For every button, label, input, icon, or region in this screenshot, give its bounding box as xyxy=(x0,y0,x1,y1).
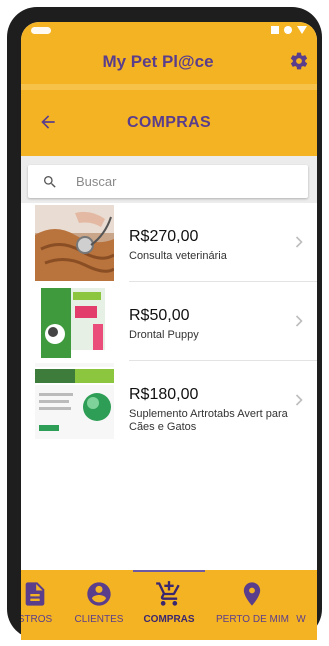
veterinarian-cat-photo xyxy=(35,205,114,281)
nav-active-indicator xyxy=(133,570,205,572)
item-price: R$270,00 xyxy=(129,228,199,245)
nav-item-clientes[interactable]: CLIENTES xyxy=(63,580,135,625)
item-description: Drontal Puppy xyxy=(129,329,199,341)
nav-item-label: W xyxy=(296,614,306,625)
location-pin-icon xyxy=(243,582,261,606)
square-status-icon xyxy=(271,26,279,34)
item-price: R$180,00 xyxy=(129,386,199,403)
item-price: R$50,00 xyxy=(129,307,190,324)
item-description: Suplemento Artrotabs Avert para Cães e G… xyxy=(129,408,288,433)
chevron-right-icon xyxy=(295,236,303,248)
nav-item-label: CLIENTES xyxy=(74,614,124,625)
status-bar xyxy=(21,22,317,40)
person-circle-icon xyxy=(87,582,111,606)
chevron-right-icon xyxy=(295,315,303,327)
nav-item-more[interactable]: W xyxy=(281,580,317,625)
nav-item-perto-de-mim[interactable]: PERTO DE MIM xyxy=(216,580,289,625)
document-icon xyxy=(25,582,45,606)
app-screen: My Pet Pl@ce COMPRAS Buscar R$270,00 Con… xyxy=(21,22,317,640)
nav-item-label: PERTO DE MIM xyxy=(216,614,289,625)
drontal-puppy-box xyxy=(35,284,114,360)
search-bar[interactable] xyxy=(28,165,308,198)
gear-icon[interactable] xyxy=(289,51,309,71)
app-bar: My Pet Pl@ce xyxy=(21,40,317,84)
nav-item-compras[interactable]: COMPRAS xyxy=(133,580,205,625)
purchase-list: R$270,00 Consulta veterinária R$50,00 Dr… xyxy=(21,203,317,571)
chevron-right-icon xyxy=(295,394,303,406)
cart-icon xyxy=(156,581,180,606)
nav-item-icon-placeholder xyxy=(287,580,315,608)
list-item[interactable]: R$50,00 Drontal Puppy xyxy=(21,282,317,361)
dot-status-icon xyxy=(284,26,292,34)
item-description: Consulta veterinária xyxy=(129,250,227,262)
page-header: COMPRAS xyxy=(21,90,317,156)
page-title: COMPRAS xyxy=(127,114,211,131)
search-input[interactable] xyxy=(76,165,296,198)
list-item[interactable]: R$180,00 Suplemento Artrotabs Avert para… xyxy=(21,361,317,440)
list-item[interactable]: R$270,00 Consulta veterinária xyxy=(21,203,317,282)
app-title: My Pet Pl@ce xyxy=(102,52,214,71)
bottom-navigation: STROS CLIENTES COMPRAS PERTO DE MIM W xyxy=(21,570,317,640)
nav-item-label: COMPRAS xyxy=(143,614,195,625)
artrotabs-vet-box xyxy=(35,363,114,439)
status-pill-icon xyxy=(31,27,51,34)
signal-status-icon xyxy=(297,26,307,34)
search-icon xyxy=(44,176,56,188)
status-icons xyxy=(271,26,307,34)
